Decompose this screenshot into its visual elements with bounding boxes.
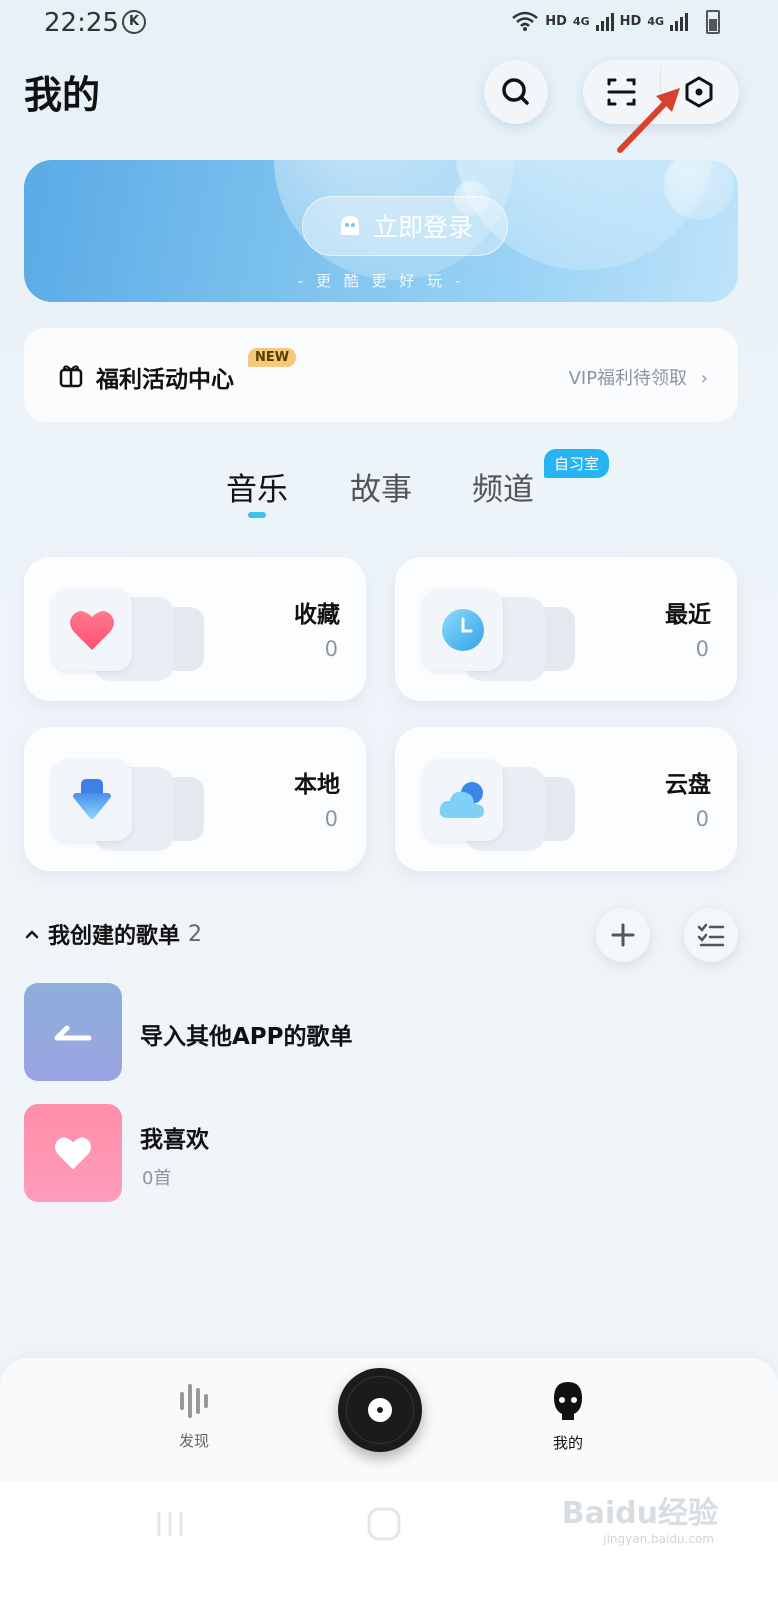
tab-stories[interactable]: 故事	[350, 464, 412, 509]
my-playlists-title: 我创建的歌单	[48, 924, 181, 949]
signal-icon	[670, 11, 688, 31]
card-title: 最近	[665, 602, 711, 628]
add-playlist-button[interactable]	[596, 908, 650, 962]
search-icon	[502, 78, 529, 105]
card-title: 云盘	[665, 772, 711, 798]
card-title: 收藏	[294, 602, 340, 628]
list-item-import-playlist[interactable]: 导入其他APP的歌单	[24, 983, 738, 1083]
card-recent[interactable]: 最近 0	[395, 557, 737, 701]
chevron-up-icon	[25, 930, 39, 939]
download-icon	[73, 779, 111, 819]
card-stack-front	[52, 589, 132, 671]
playlist-name: 我喜欢	[140, 1127, 209, 1153]
card-stack-front	[423, 759, 503, 841]
checklist-icon	[697, 923, 725, 947]
search-button[interactable]	[484, 60, 548, 124]
welfare-link[interactable]: VIP福利待领取 ›	[569, 364, 708, 390]
watermark-logo: Baidu经验	[561, 1496, 718, 1531]
battery-icon	[706, 10, 720, 34]
import-icon	[54, 1025, 92, 1041]
k-badge-icon: K	[122, 10, 146, 34]
clock-icon	[442, 609, 484, 651]
card-local[interactable]: 本地 0	[24, 727, 366, 871]
user-ghost-icon	[554, 1382, 582, 1420]
welfare-title: 福利活动中心	[96, 367, 234, 393]
login-button[interactable]: 立即登录	[302, 196, 508, 256]
new-badge: NEW	[248, 348, 297, 367]
status-time: 22:25	[44, 8, 119, 38]
my-playlists-count: 2	[188, 921, 203, 947]
wifi-icon	[512, 11, 539, 31]
card-count: 0	[695, 807, 709, 831]
welfare-center-row[interactable]: 福利活动中心 NEW VIP福利待领取 ›	[24, 328, 738, 422]
card-title: 本地	[294, 772, 340, 798]
hd-label-1: HD	[545, 13, 567, 29]
plus-icon	[611, 923, 635, 947]
playlist-name: 导入其他APP的歌单	[140, 1024, 353, 1050]
status-indicators: HD 4G HD 4G	[511, 10, 688, 32]
status-bar: 22:25 K HD 4G HD 4G	[0, 0, 778, 48]
card-stack-front	[423, 589, 503, 671]
heart-icon	[55, 1137, 91, 1170]
card-count: 0	[695, 637, 709, 661]
now-playing-disc-button[interactable]	[338, 1368, 422, 1452]
chevron-right-icon: ›	[700, 368, 708, 389]
tab-music[interactable]: 音乐	[226, 464, 288, 509]
network-label-1: 4G	[572, 14, 590, 28]
page-title: 我的	[24, 73, 101, 117]
login-button-label: 立即登录	[372, 213, 473, 242]
login-banner[interactable]: 立即登录 - 更 酷 更 好 玩 -	[24, 160, 738, 302]
nav-discover[interactable]: 发现	[144, 1380, 244, 1451]
my-playlists-header[interactable]: 我创建的歌单 2	[24, 918, 202, 950]
list-item-liked-playlist[interactable]: 我喜欢 0首	[24, 1104, 738, 1204]
recent-apps-icon[interactable]	[154, 1508, 186, 1540]
playlist-cover	[24, 1104, 122, 1202]
tab-indicator	[248, 512, 266, 518]
nav-mine[interactable]: 我的	[518, 1380, 618, 1453]
home-icon[interactable]	[366, 1506, 402, 1542]
avatar-ghost-icon	[340, 216, 359, 235]
card-count: 0	[324, 807, 338, 831]
welfare-link-label: VIP福利待领取	[568, 368, 688, 389]
card-favorites[interactable]: 收藏 0	[24, 557, 366, 701]
manage-playlists-button[interactable]	[684, 908, 738, 962]
nav-label: 发现	[178, 1432, 209, 1450]
watermark-url: jingyan.baidu.com	[603, 1532, 714, 1546]
network-label-2: 4G	[647, 14, 664, 28]
cloud-icon	[439, 782, 484, 818]
vinyl-label-icon	[368, 1398, 392, 1422]
card-stack-front	[52, 759, 132, 841]
playlist-song-count: 0首	[142, 1168, 172, 1189]
signal-icon	[595, 11, 614, 31]
card-cloud[interactable]: 云盘 0	[395, 727, 737, 871]
nav-label: 我的	[552, 1434, 583, 1452]
heart-icon	[70, 611, 114, 650]
annotation-arrow-icon	[617, 88, 680, 153]
gift-icon	[59, 365, 83, 388]
playlist-cover	[24, 983, 122, 1081]
sound-bars-icon	[180, 1384, 208, 1418]
login-subtitle: - 更 酷 更 好 玩 -	[297, 272, 465, 290]
study-room-badge: 自习室	[544, 449, 610, 478]
hd-label-2: HD	[619, 13, 642, 29]
card-count: 0	[324, 637, 338, 661]
tab-channels[interactable]: 频道	[472, 464, 534, 509]
